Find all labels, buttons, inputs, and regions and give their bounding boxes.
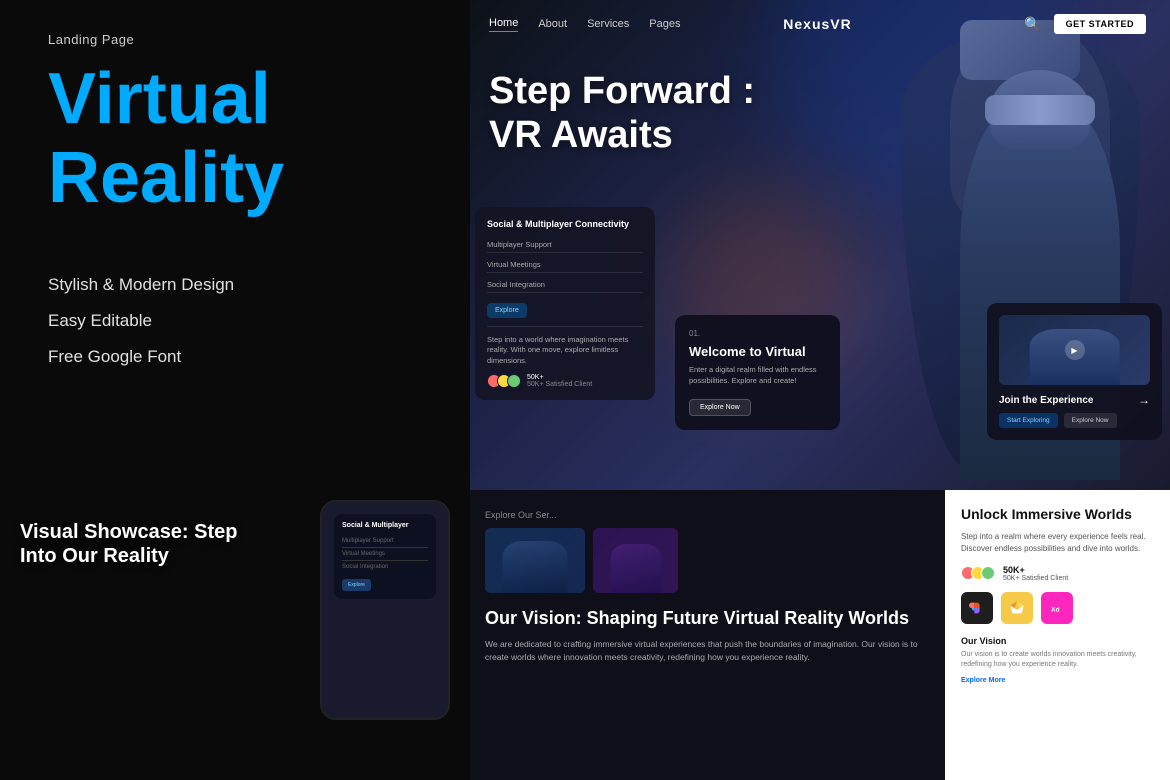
card-social-item2: Virtual Meetings (487, 257, 643, 273)
nav-services[interactable]: Services (587, 18, 629, 30)
xd-icon: Xd (1041, 592, 1073, 624)
avatar-group (487, 374, 521, 388)
unlock-desc: Step into a realm where every experience… (961, 531, 1154, 555)
hero-title: Step Forward : VR Awaits (489, 70, 755, 157)
card-social-title: Social & Multiplayer Connectivity (487, 219, 643, 229)
feature-item: Easy Editable (48, 311, 234, 331)
card-join-header: Join the Experience → (999, 393, 1150, 407)
showcase-title-line2: Into Our Reality (20, 544, 238, 568)
phone-mockup: Social & Multiplayer Multiplayer Support… (320, 500, 450, 720)
unlock-vision-desc: Our vision is to create worlds innovatio… (961, 650, 1154, 670)
card-social-item1: Multiplayer Support (487, 237, 643, 253)
stats-number: 50K+ (527, 374, 592, 381)
start-exploring-button[interactable]: Start Exploring (999, 413, 1058, 428)
unlock-stats: 50K+ 50K+ Satisfied Client (961, 565, 1154, 582)
unlock-title: Unlock Immersive Worlds (961, 506, 1154, 523)
nav-about[interactable]: About (538, 18, 567, 30)
hero-title-line1: Step Forward : (489, 70, 755, 114)
main-title: Virtual Reality (48, 60, 284, 218)
unlock-stat-number: 50K+ (1003, 565, 1068, 575)
figma-icon (961, 592, 993, 624)
explore-now-button[interactable]: Explore Now (1064, 413, 1117, 428)
hero-title-line2: VR Awaits (489, 114, 755, 158)
tool-icons: Xd (961, 592, 1154, 624)
explore-more-link[interactable]: Explore More (961, 677, 1005, 684)
left-panel: Landing Page Virtual Reality Stylish & M… (0, 0, 470, 780)
unlock-stat-text: 50K+ Satisfied Client (1003, 575, 1068, 582)
card-join-image: ▶ (999, 315, 1150, 385)
navbar: Home About Services Pages NexusVR 🔍 GET … (465, 0, 1170, 48)
card-welcome: 01. Welcome to Virtual Enter a digital r… (675, 315, 840, 430)
search-icon[interactable]: 🔍 (1024, 16, 1041, 33)
unlock-panel: Unlock Immersive Worlds Step into a real… (945, 490, 1170, 780)
card-social: Social & Multiplayer Connectivity Multip… (475, 207, 655, 401)
card-join-title: Join the Experience (999, 395, 1093, 406)
nav-brand: NexusVR (783, 16, 851, 32)
gallery-img-1 (485, 528, 585, 593)
vision-title: Our Vision: Shaping Future Virtual Reali… (485, 607, 925, 630)
card-social-desc: Step into a world where imagination meet… (487, 335, 643, 367)
title-line1: Virtual (48, 60, 284, 139)
avatar-u3 (981, 566, 995, 580)
hero-text: Step Forward : VR Awaits (489, 70, 755, 157)
explore-service-label: Explore Our Ser... (485, 510, 925, 520)
unlock-stat-info: 50K+ 50K+ Satisfied Client (1003, 565, 1068, 582)
play-button[interactable]: ▶ (1065, 340, 1085, 360)
feature-item: Stylish & Modern Design (48, 275, 234, 295)
features-list: Stylish & Modern Design Easy Editable Fr… (48, 275, 234, 383)
card-welcome-title: Welcome to Virtual (689, 344, 826, 359)
arrow-icon: → (1138, 393, 1150, 407)
svg-text:Xd: Xd (1051, 606, 1060, 613)
divider (487, 326, 643, 327)
card-social-item3: Social Integration (487, 277, 643, 293)
stats-label: 50K+ Satisfied Client (527, 381, 592, 388)
nav-pages[interactable]: Pages (649, 18, 680, 30)
gallery-img-2 (593, 528, 678, 593)
gallery-row (485, 528, 925, 593)
nav-right: 🔍 GET STARTED (1024, 14, 1146, 34)
unlock-vision-title: Our Vision (961, 636, 1154, 646)
showcase-title-line1: Visual Showcase: Step (20, 520, 238, 544)
vision-panel: Explore Our Ser... Our Vision: Shaping F… (465, 490, 945, 780)
card-social-btn[interactable]: Explore (487, 303, 527, 318)
sketch-icon (1001, 592, 1033, 624)
card-join-buttons: Start Exploring Explore Now (999, 413, 1150, 428)
card-number: 01. (689, 329, 826, 338)
feature-item: Free Google Font (48, 347, 234, 367)
card-welcome-desc: Enter a digital realm filled with endles… (689, 365, 826, 386)
nav-links: Home About Services Pages (489, 17, 680, 32)
stats-info: 50K+ 50K+ Satisfied Client (527, 374, 592, 388)
title-line2: Reality (48, 139, 284, 218)
card-welcome-btn[interactable]: Explore Now (689, 399, 751, 416)
get-started-button[interactable]: GET STARTED (1054, 14, 1146, 34)
card-social-stats: 50K+ 50K+ Satisfied Client (487, 374, 643, 388)
landing-label: Landing Page (48, 32, 134, 47)
nav-home[interactable]: Home (489, 17, 518, 32)
showcase-title: Visual Showcase: Step Into Our Reality (20, 520, 238, 568)
avatar-group-unlock (961, 566, 995, 580)
main-preview: Home About Services Pages NexusVR 🔍 GET … (465, 0, 1170, 490)
card-join: ▶ Join the Experience → Start Exploring … (987, 303, 1162, 440)
avatar-3 (507, 374, 521, 388)
vision-desc: We are dedicated to crafting immersive v… (485, 638, 925, 664)
